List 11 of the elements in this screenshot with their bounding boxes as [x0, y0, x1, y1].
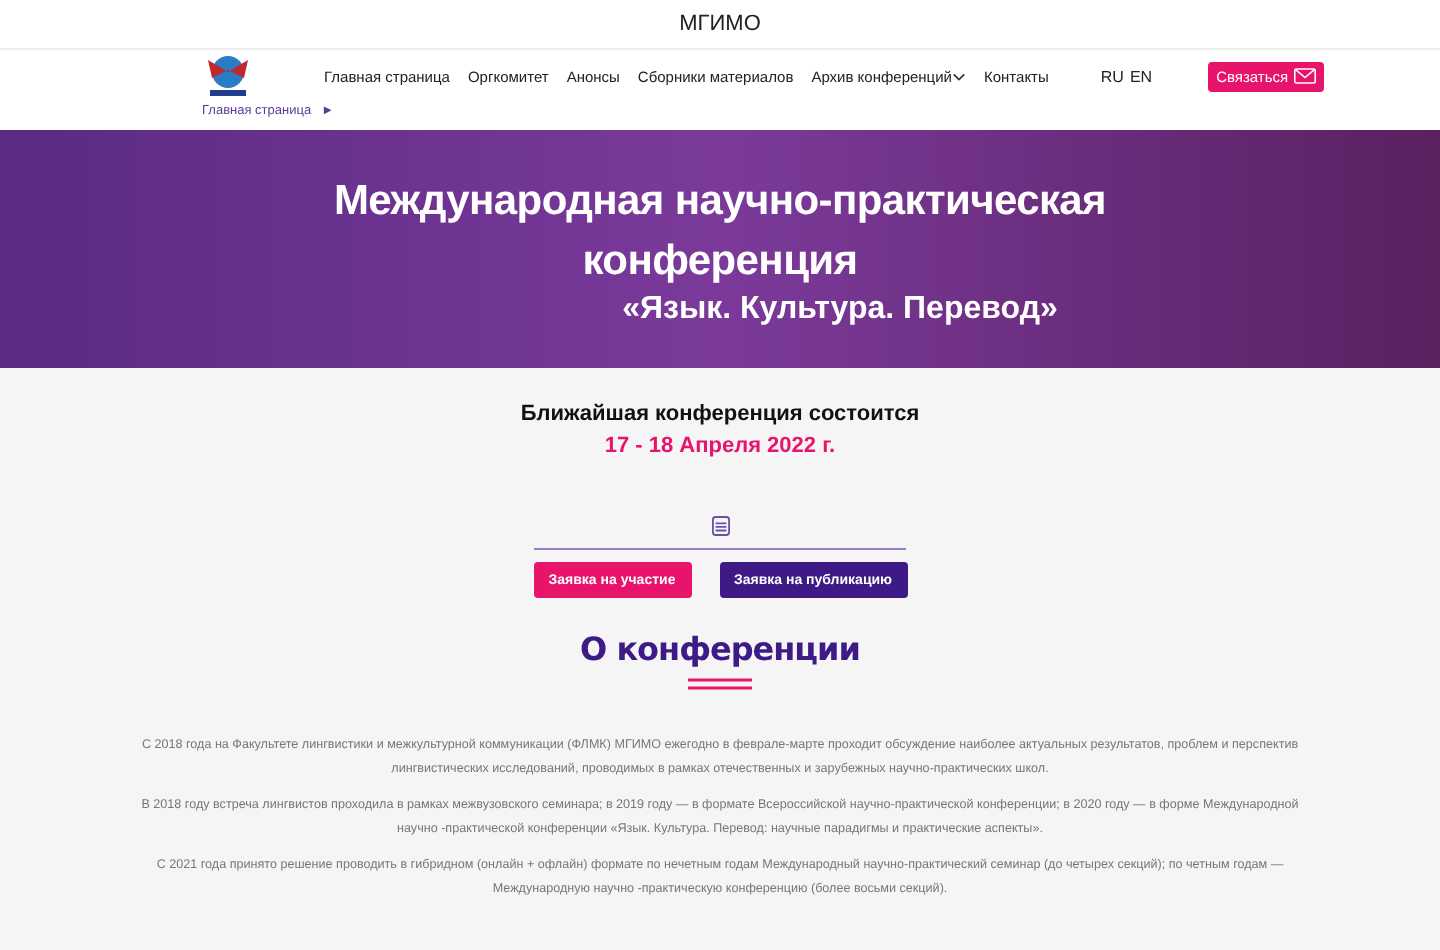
section-title: О конференции	[580, 630, 860, 668]
title-underline-icon	[688, 678, 752, 690]
hero-title: Международная научно-практическая конференция	[331, 175, 1109, 287]
mail-icon	[1294, 68, 1317, 84]
language-link[interactable]: RU	[1100, 67, 1124, 85]
hero-subtitle: «Язык. Культура. Перевод»	[620, 291, 1058, 327]
site-title: МГИМО	[679, 12, 761, 36]
form-icon	[711, 516, 729, 536]
conference-date: 17 - 18 Апреля 2022 г.	[604, 434, 836, 458]
next-conference-heading: Ближайшая конференция состоится	[520, 402, 920, 426]
language-link[interactable]: EN	[1129, 67, 1153, 85]
